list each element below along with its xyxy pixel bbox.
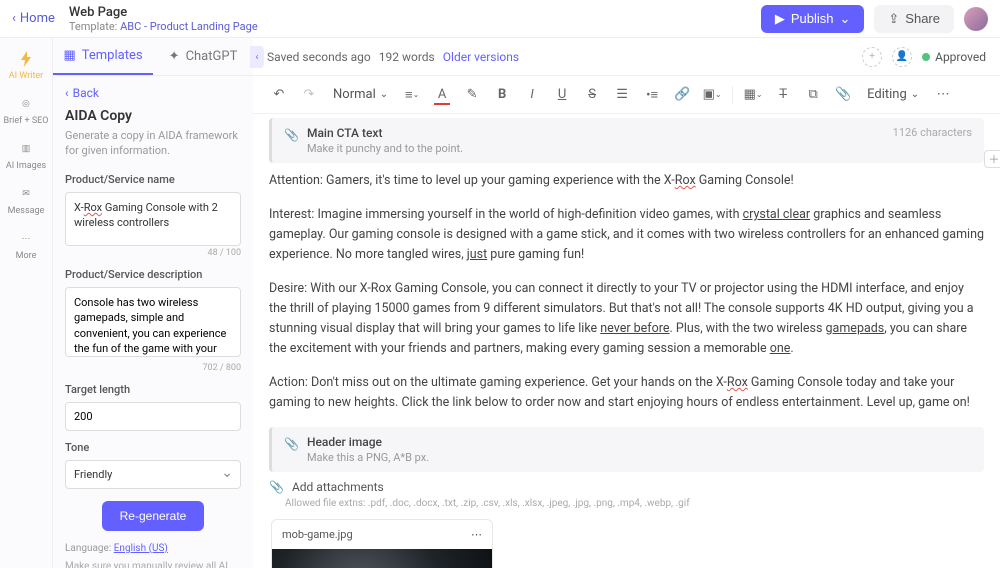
paragraph-attention[interactable]: Attention: Gamers, it's time to level up… [269,171,984,191]
share-button[interactable]: ⇪ Share [874,5,954,33]
ordered-list-button[interactable]: ☰ [610,83,634,107]
tab-chatgpt[interactable]: ✦ ChatGPT [153,38,253,75]
tab-templates[interactable]: ▦ Templates [53,38,153,75]
add-attachments-row[interactable]: 📎 Add attachments [269,480,984,494]
character-count: 1126 characters [893,126,972,139]
status-badge[interactable]: Approved [922,50,986,64]
home-label: Home [20,11,55,26]
editor-mode-select[interactable]: Editing ⌄ [861,85,925,104]
section-main-cta[interactable]: 📎 Main CTA text Make it punchy and to th… [269,118,984,163]
align-button[interactable]: ≡⌄ [400,83,424,107]
rail-message[interactable]: ✉ Message [8,185,45,216]
table-button[interactable]: ▦⌄ [741,83,765,107]
panel-desc: Generate a copy in AIDA framework for gi… [65,128,241,159]
attachment-filename: mob-game.jpg [282,528,353,541]
clear-format-button[interactable]: T [771,83,795,107]
chevron-left-icon: ‹ [65,86,69,100]
product-desc-label: Product/Service description [65,268,241,281]
section-header-image[interactable]: 📎 Header image Make this a PNG, A*B px. [269,427,984,472]
product-desc-counter: 702 / 800 [65,363,241,373]
chevron-down-icon: ⌄ [839,11,850,27]
older-versions-link[interactable]: Older versions [443,50,519,64]
dots-icon: ⋯ [17,230,35,248]
product-desc-input[interactable]: Console has two wireless gamepads, simpl… [65,287,241,357]
home-link[interactable]: ‹ Home [12,11,55,26]
target-icon: ◎ [17,95,35,113]
add-assignee-button[interactable]: 👤 [892,47,912,67]
page-title: Web Page [69,5,258,20]
highlight-button[interactable]: ✎ [460,83,484,107]
language-link[interactable]: English (US) [114,543,168,554]
play-icon: ▶ [775,11,785,27]
paragraph-desire[interactable]: Desire: With our X-Rox Gaming Console, y… [269,279,984,359]
section-subtitle: Make this a PNG, A*B px. [307,451,429,464]
document-area[interactable]: 📎 Main CTA text Make it punchy and to th… [253,114,1000,568]
paragraph-action[interactable]: Action: Don't miss out on the ultimate g… [269,373,984,413]
insert-image-button[interactable]: ▣⌄ [700,83,724,107]
product-name-counter: 48 / 100 [65,248,241,258]
templates-icon: ▦ [63,48,75,63]
left-rail: AI Writer ◎ Brief + SEO ▥ AI Images ✉ Me… [0,38,53,568]
underline-button[interactable]: U [550,83,574,107]
section-title: Main CTA text [307,126,463,140]
rail-brief-seo[interactable]: ◎ Brief + SEO [4,95,49,126]
side-panel: ▦ Templates ✦ ChatGPT ‹ Back AIDA Copy G… [53,38,253,568]
paperclip-icon: 📎 [269,480,284,494]
section-subtitle: Make it punchy and to the point. [307,142,463,155]
italic-button[interactable]: I [520,83,544,107]
template-link[interactable]: ABC - Product Landing Page [120,20,258,33]
attachment-ext-note: Allowed file extns: .pdf, .doc, .docx, .… [285,498,984,509]
user-avatar[interactable] [964,7,988,31]
product-name-input[interactable]: X-Rox Gaming Console with 2 wireless con… [65,192,241,246]
status-dot-icon [922,53,930,61]
undo-button[interactable]: ↶ [267,83,291,107]
saved-status: Saved seconds ago [267,50,371,64]
language-row: Language: English (US) [65,543,241,554]
paperclip-icon: 📎 [284,437,299,451]
attachment-thumbnail [272,549,492,568]
tone-label: Tone [65,441,241,454]
section-title: Header image [307,435,429,449]
panel-title: AIDA Copy [65,108,241,124]
product-name-label: Product/Service name [65,173,241,186]
bolt-icon [17,50,35,68]
message-icon: ✉ [17,185,35,203]
word-count: 192 words [379,50,435,64]
template-subtitle: Template: ABC - Product Landing Page [69,20,258,33]
paragraph-style-select[interactable]: Normal ⌄ [327,85,394,104]
chatgpt-icon: ✦ [169,49,180,64]
text-color-button[interactable]: A [430,83,454,107]
share-icon: ⇪ [888,11,899,27]
panel-back[interactable]: ‹ Back [65,86,241,100]
bullet-list-button[interactable]: •≡ [640,83,664,107]
attach-button[interactable]: 📎 [831,83,855,107]
paragraph-interest[interactable]: Interest: Imagine immersing yourself in … [269,205,984,265]
rail-ai-images[interactable]: ▥ AI Images [6,140,46,171]
bold-button[interactable]: B [490,83,514,107]
paperclip-icon: 📎 [284,128,299,142]
format-toolbar: ↶ ↷ Normal ⌄ ≡⌄ A ✎ B I U S ☰ •≡ 🔗 ▣⌄ ▦⌄… [253,76,1000,114]
regenerate-button[interactable]: Re-generate [102,501,205,531]
add-comment-button[interactable]: ＋ [984,150,1000,168]
attachment-menu-button[interactable]: ⋯ [471,528,482,541]
review-note: Make sure you manually review all AI gen… [65,560,241,568]
publish-button[interactable]: ▶ Publish ⌄ [761,5,865,33]
page-title-block: Web Page Template: ABC - Product Landing… [69,5,258,33]
tone-select[interactable]: Friendly [65,460,241,489]
image-icon: ▥ [17,140,35,158]
add-reviewer-button[interactable]: + [862,47,882,67]
target-length-label: Target length [65,383,241,396]
attachment-card[interactable]: mob-game.jpg ⋯ [271,519,493,568]
rail-ai-writer[interactable]: AI Writer [9,50,43,81]
code-button[interactable]: ⧉ [801,83,825,107]
strike-button[interactable]: S [580,83,604,107]
redo-button[interactable]: ↷ [297,83,321,107]
link-button[interactable]: 🔗 [670,83,694,107]
more-tools-button[interactable]: ⋯ [931,83,955,107]
chevron-left-icon: ‹ [12,11,16,26]
rail-more[interactable]: ⋯ More [16,230,37,261]
target-length-input[interactable] [65,402,241,431]
